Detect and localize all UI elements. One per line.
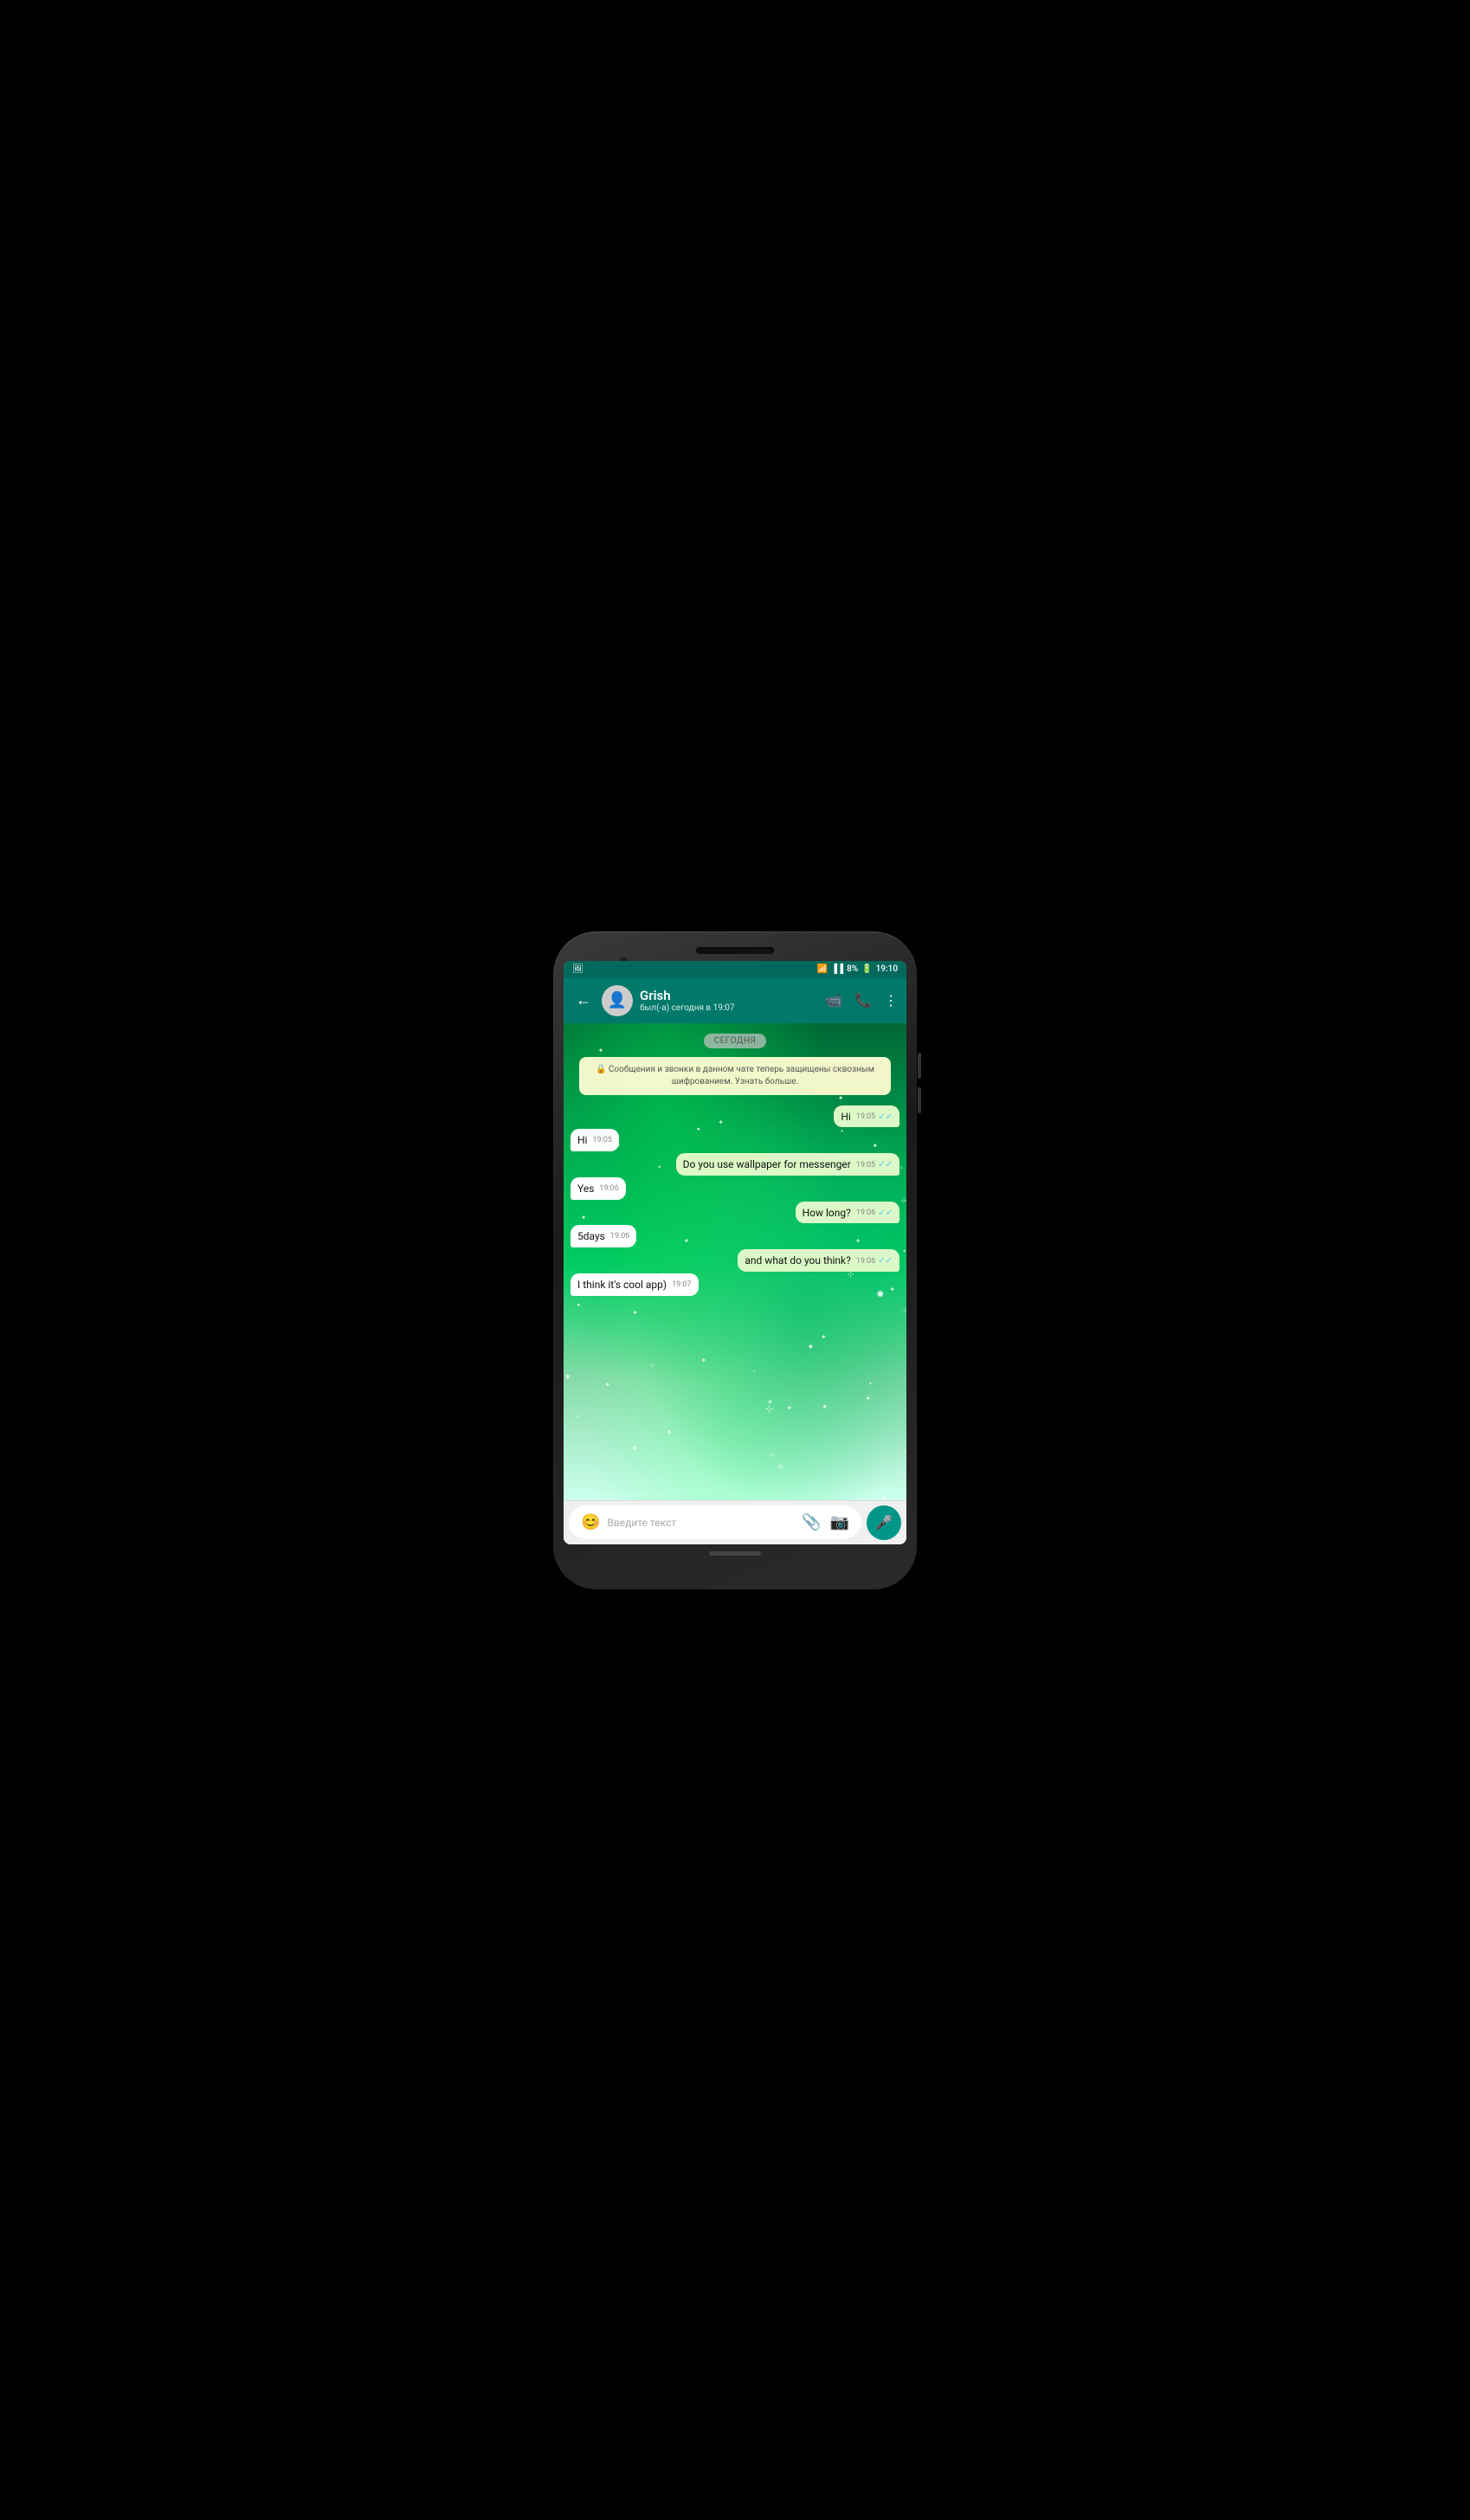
message-row: Do you use wallpaper for messenger 19:05✓… [571, 1153, 899, 1176]
phone-screen: 🖼 📶 ▐▐ 8% 🔋 19:10 ← 👤 Grish был(-а) сего… [564, 961, 906, 1544]
battery-icon: 🔋 [861, 964, 872, 974]
status-bar: 🖼 📶 ▐▐ 8% 🔋 19:10 [564, 961, 906, 978]
notification-icon: 🖼 [572, 964, 583, 974]
message-text: and what do you think? [745, 1254, 850, 1266]
emoji-button[interactable]: 😊 [579, 1511, 602, 1533]
date-badge: СЕГОДНЯ [704, 1034, 767, 1048]
status-left: 🖼 [572, 964, 583, 974]
clock: 19:10 [876, 964, 898, 974]
input-bar: 😊 Введите текст 📎 📷 🎤 [564, 1500, 906, 1544]
speaker [696, 947, 774, 954]
message-row: 5days 19:06 [571, 1225, 899, 1247]
video-call-button[interactable]: 📹 [825, 992, 842, 1009]
input-field-container[interactable]: 😊 Введите текст 📎 📷 [569, 1505, 861, 1539]
read-receipt-icon: ✓✓ [878, 1255, 893, 1267]
contact-status: был(-а) сегодня в 19:07 [640, 1003, 818, 1013]
message-text: Hi [577, 1134, 587, 1146]
message-text: I think it's cool app) [577, 1279, 667, 1291]
phone-device: 🖼 📶 ▐▐ 8% 🔋 19:10 ← 👤 Grish был(-а) сего… [553, 931, 917, 1589]
message-meta: 19:06✓✓ [856, 1208, 893, 1220]
read-receipt-icon: ✓✓ [878, 1112, 893, 1124]
message-bubble[interactable]: 5days 19:06 [571, 1225, 636, 1247]
chat-area: ✦✦✦✦✦✦✦✦✦✦✦✦✦✦✦✦✦✦✦✦✶✧✺✺✸✧✺✧✶✧✦✦✸✦⊹✶✸✦✶✶… [564, 1023, 906, 1500]
attach-button[interactable]: 📎 [800, 1511, 822, 1533]
message-bubble[interactable]: and what do you think? 19:06✓✓ [738, 1249, 899, 1272]
mic-button[interactable]: 🎤 [867, 1505, 901, 1540]
message-row: Hi 19:05 [571, 1129, 899, 1151]
battery-text: 8% [847, 964, 858, 974]
message-meta: 19:06 [599, 1183, 618, 1195]
message-bubble[interactable]: Do you use wallpaper for messenger 19:05✓… [676, 1153, 899, 1176]
avatar: 👤 [602, 985, 633, 1016]
mic-icon: 🎤 [875, 1514, 893, 1531]
message-meta: 19:05 [592, 1135, 611, 1146]
message-bubble[interactable]: How long? 19:06✓✓ [796, 1202, 899, 1224]
message-row: and what do you think? 19:06✓✓ [571, 1249, 899, 1272]
message-text: Yes [577, 1183, 594, 1195]
message-meta: 19:07 [672, 1279, 691, 1291]
camera-button[interactable]: 📷 [828, 1511, 851, 1533]
message-text: How long? [803, 1207, 851, 1219]
messages-list: Hi 19:05✓✓ Hi 19:05 Do you use wallpaper for… [571, 1105, 899, 1298]
message-meta: 19:06 [610, 1231, 629, 1242]
back-button[interactable]: ← [572, 988, 595, 1013]
status-right: 📶 ▐▐ 8% 🔋 19:10 [817, 964, 899, 974]
message-meta: 19:05✓✓ [856, 1112, 893, 1124]
contact-name: Grish [640, 988, 818, 1003]
message-meta: 19:06✓✓ [856, 1255, 893, 1267]
app-bar-actions: 📹 📞 ⋮ [825, 992, 898, 1009]
message-bubble[interactable]: Hi 19:05✓✓ [834, 1105, 899, 1128]
message-bubble[interactable]: Hi 19:05 [571, 1129, 619, 1151]
home-bar[interactable] [709, 1551, 761, 1556]
encryption-notice: 🔒 Сообщения и звонки в данном чате тепер… [579, 1057, 891, 1095]
message-bubble[interactable]: I think it's cool app) 19:07 [571, 1273, 699, 1296]
message-row: I think it's cool app) 19:07 [571, 1273, 899, 1296]
volume-down-button[interactable] [918, 1087, 921, 1113]
message-row: How long? 19:06✓✓ [571, 1202, 899, 1224]
app-bar: ← 👤 Grish был(-а) сегодня в 19:07 📹 📞 ⋮ [564, 978, 906, 1023]
message-meta: 19:05✓✓ [856, 1159, 893, 1171]
input-placeholder: Введите текст [607, 1517, 795, 1529]
message-text: 5days [577, 1230, 605, 1242]
wifi-icon: 📶 [817, 964, 828, 974]
signal-icon: ▐▐ [831, 964, 843, 974]
call-button[interactable]: 📞 [854, 992, 872, 1009]
message-row: Hi 19:05✓✓ [571, 1105, 899, 1128]
read-receipt-icon: ✓✓ [878, 1208, 893, 1220]
chat-content: СЕГОДНЯ 🔒 Сообщения и звонки в данном ча… [564, 1023, 906, 1303]
message-text: Do you use wallpaper for messenger [683, 1158, 851, 1170]
message-bubble[interactable]: Yes 19:06 [571, 1177, 626, 1200]
message-text: Hi [841, 1111, 850, 1123]
menu-button[interactable]: ⋮ [884, 992, 898, 1009]
read-receipt-icon: ✓✓ [878, 1159, 893, 1171]
volume-up-button[interactable] [918, 1053, 921, 1079]
message-row: Yes 19:06 [571, 1177, 899, 1200]
contact-info: Grish был(-а) сегодня в 19:07 [640, 988, 818, 1013]
